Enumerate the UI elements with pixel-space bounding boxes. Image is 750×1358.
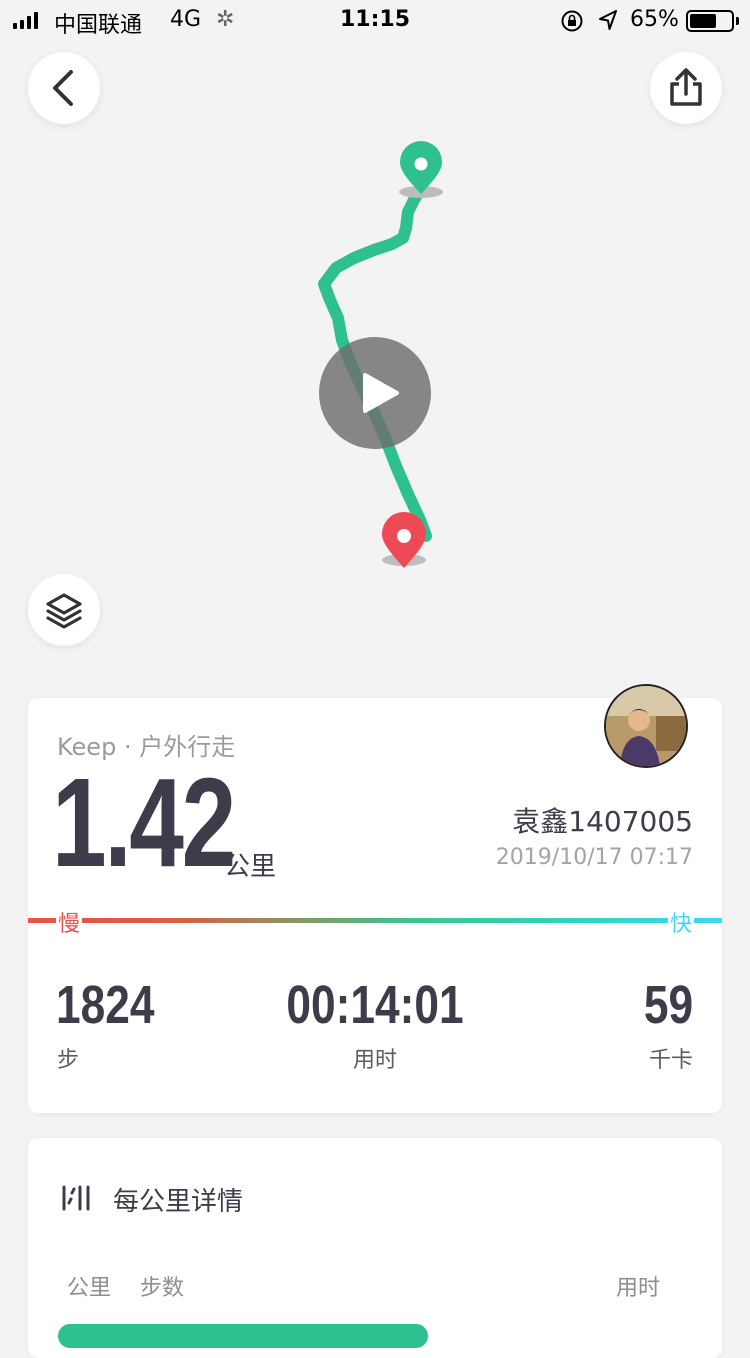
layers-icon — [46, 593, 82, 629]
duration-value: 00:14:01 — [286, 975, 464, 1035]
battery-cap — [736, 17, 739, 25]
km-split-bar — [58, 1324, 428, 1348]
location-arrow-icon — [599, 10, 617, 30]
map-layers-button[interactable] — [28, 574, 100, 646]
share-icon — [670, 68, 702, 106]
workout-datetime: 2019/10/17 07:17 — [495, 845, 693, 870]
distance-unit: 公里 — [224, 852, 277, 882]
split-bars-icon — [62, 1185, 90, 1211]
detail-title: 每公里详情 — [113, 1187, 244, 1217]
back-button[interactable] — [28, 52, 100, 124]
orientation-lock-icon — [561, 10, 583, 32]
pace-slow-label: 慢 — [56, 906, 83, 938]
username: 袁鑫1407005 — [512, 805, 693, 838]
battery-percent: 65% — [630, 7, 679, 32]
duration-label: 用时 — [352, 1048, 397, 1073]
column-header-steps: 步数 — [140, 1276, 185, 1301]
battery-level-fill — [690, 14, 716, 28]
replay-play-button[interactable] — [319, 337, 431, 449]
pace-gradient-bar — [28, 918, 722, 923]
share-button[interactable] — [650, 52, 722, 124]
calories-label: 千卡 — [648, 1048, 693, 1073]
user-photo — [606, 686, 686, 766]
column-header-km: 公里 — [67, 1276, 112, 1301]
start-marker — [399, 141, 443, 198]
distance-value: 1.42 — [52, 752, 236, 893]
battery-icon — [686, 10, 734, 32]
play-icon — [363, 373, 399, 413]
calories-value: 59 — [643, 975, 693, 1035]
avatar[interactable] — [604, 684, 688, 768]
back-arrow-icon — [53, 70, 73, 106]
pace-fast-label: 快 — [668, 906, 695, 938]
status-bar: 中国联通 4G ✲ 11:15 65% — [0, 0, 750, 44]
column-header-time: 用时 — [616, 1276, 661, 1301]
end-marker — [382, 512, 426, 568]
